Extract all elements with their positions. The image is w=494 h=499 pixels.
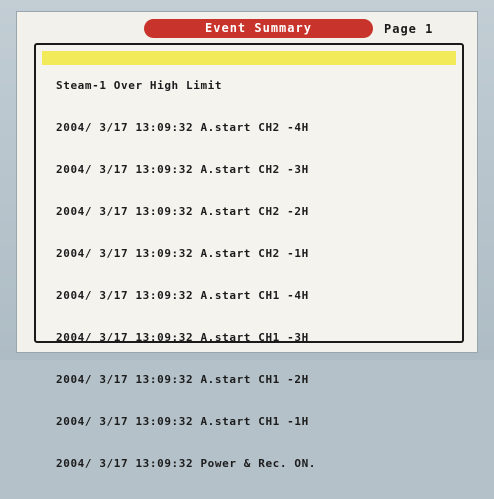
event-row[interactable]: 2004/ 3/17 13:09:32 A.start CH1 -2H: [56, 373, 456, 387]
event-row-selected[interactable]: Steam-1 Over High Limit: [56, 79, 456, 93]
event-list-panel: Steam-1 Over High Limit 2004/ 3/17 13:09…: [34, 43, 464, 470]
event-row[interactable]: 2004/ 3/17 13:09:32 A.start CH1 -1H: [56, 415, 456, 429]
page-indicator: Page 1: [384, 22, 434, 36]
event-row[interactable]: 2004/ 3/17 13:09:32 Power & Rec. ON.: [56, 457, 456, 471]
event-row[interactable]: 2004/ 3/17 13:09:32 A.start CH2 -3H: [56, 163, 456, 177]
event-row[interactable]: 2004/ 3/17 13:09:32 A.start CH2 -2H: [56, 205, 456, 219]
event-row[interactable]: 2004/ 3/17 13:09:32 A.start CH2 -1H: [56, 247, 456, 261]
event-list: Steam-1 Over High Limit 2004/ 3/17 13:09…: [56, 51, 456, 499]
event-summary-title: Event Summary: [144, 19, 373, 38]
event-row[interactable]: 2004/ 3/17 13:09:32 A.start CH1 -4H: [56, 289, 456, 303]
event-row[interactable]: 2004/ 3/17 13:09:32 A.start CH2 -4H: [56, 121, 456, 135]
lcd-screen: Event Summary Page 1 Steam-1 Over High L…: [16, 11, 478, 470]
event-row[interactable]: 2004/ 3/17 13:09:32 A.start CH1 -3H: [56, 331, 456, 345]
device-bezel: Event Summary Page 1 Steam-1 Over High L…: [0, 0, 494, 470]
